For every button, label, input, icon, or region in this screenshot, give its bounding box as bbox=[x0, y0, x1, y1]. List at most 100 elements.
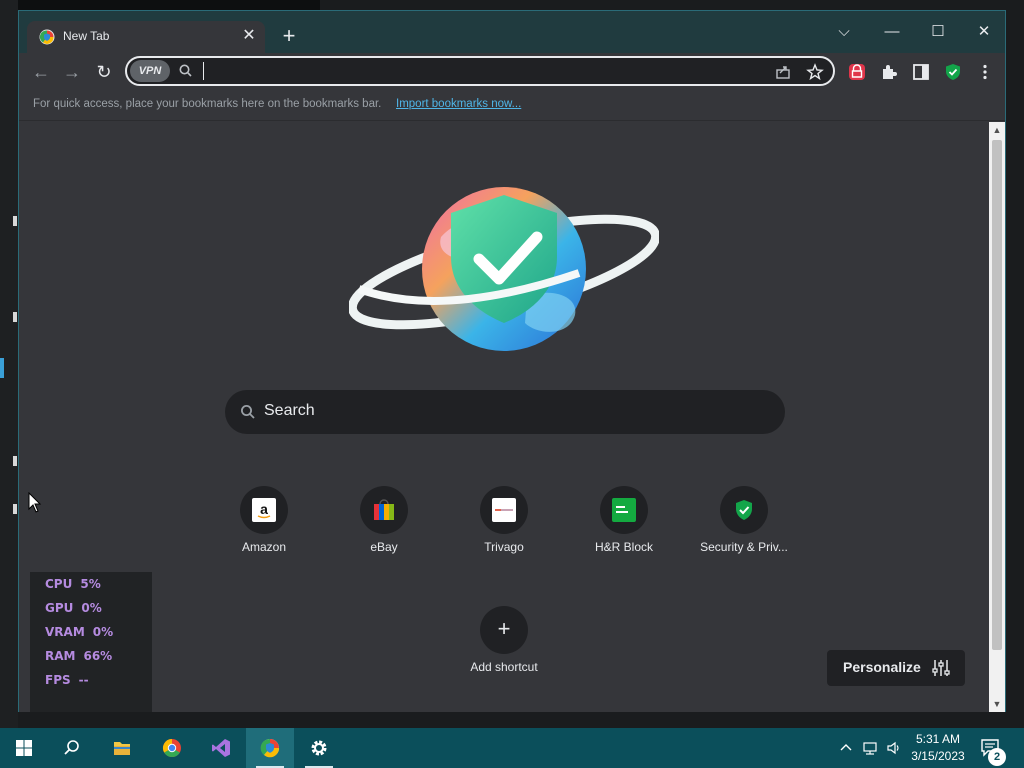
volume-icon[interactable] bbox=[886, 740, 902, 756]
perf-cpu: CPU 5% bbox=[45, 577, 101, 591]
menu-kebab-icon[interactable] bbox=[975, 62, 995, 82]
new-tab-button[interactable]: + bbox=[277, 25, 301, 49]
start-button[interactable] bbox=[0, 728, 48, 768]
extensions-puzzle-icon[interactable] bbox=[879, 62, 899, 82]
back-button[interactable]: ← bbox=[29, 60, 53, 84]
side-panel-icon[interactable] bbox=[911, 62, 931, 82]
shortcut-trivago[interactable]: Trivago bbox=[448, 484, 560, 564]
background-accent bbox=[0, 358, 4, 378]
taskbar-search-button[interactable] bbox=[48, 728, 96, 768]
bookmarks-bar: For quick access, place your bookmarks h… bbox=[19, 91, 1005, 121]
shortcut-tile bbox=[480, 486, 528, 534]
tab-close-icon[interactable]: ✕ bbox=[239, 26, 259, 46]
shortcut-label: eBay bbox=[370, 540, 398, 554]
search-icon bbox=[64, 740, 79, 755]
address-bar[interactable]: VPN bbox=[125, 56, 835, 86]
clock-time: 5:31 AM bbox=[915, 732, 961, 746]
shortcut-label: H&R Block bbox=[594, 540, 653, 554]
shortcut-label: Security & Priv... bbox=[700, 540, 788, 554]
performance-overlay: CPU 5% GPU 0% VRAM 0% RAM 66% FPS -- bbox=[30, 572, 152, 712]
page-scrollbar[interactable]: ▲ ▼ bbox=[989, 122, 1005, 712]
clock-date: 3/15/2023 bbox=[911, 749, 965, 763]
taskbar-settings[interactable] bbox=[295, 728, 343, 768]
shortcut-tile: a bbox=[240, 486, 288, 534]
network-icon[interactable] bbox=[862, 740, 878, 756]
perf-ram: RAM 66% bbox=[45, 649, 113, 663]
background-marker bbox=[13, 504, 17, 514]
vpn-button[interactable]: VPN bbox=[130, 60, 170, 82]
shortcut-label: Amazon bbox=[241, 540, 287, 554]
taskbar: 5:31 AM 3/15/2023 2 bbox=[0, 728, 1024, 768]
forward-button[interactable]: → bbox=[60, 60, 84, 84]
close-window-button[interactable]: ✕ bbox=[961, 17, 1007, 47]
shortcut-tile bbox=[360, 486, 408, 534]
plus-icon: + bbox=[497, 616, 511, 641]
tab-new-tab[interactable]: New Tab ✕ bbox=[27, 21, 265, 53]
browser-window: New Tab ✕ + ⌵ — ☐ ✕ ← → ↻ VPN For quick … bbox=[18, 10, 1006, 712]
amazon-icon: a bbox=[252, 498, 276, 522]
chrome-icon bbox=[162, 739, 181, 758]
perf-gpu: GPU 0% bbox=[45, 601, 102, 615]
bookmarks-hint: For quick access, place your bookmarks h… bbox=[33, 98, 382, 110]
folder-icon bbox=[114, 742, 130, 755]
address-input[interactable] bbox=[201, 61, 761, 81]
system-clock[interactable]: 5:31 AM 3/15/2023 bbox=[906, 731, 970, 765]
security-shield-icon[interactable] bbox=[943, 62, 963, 82]
taskbar-file-explorer[interactable] bbox=[98, 728, 146, 768]
minimize-button[interactable]: — bbox=[869, 17, 915, 47]
shortcut-security-privacy[interactable]: Security & Priv... bbox=[688, 484, 800, 564]
background-window-strip bbox=[0, 0, 320, 10]
shortcut-amazon[interactable]: a Amazon bbox=[208, 484, 320, 564]
new-tab-page: Search a Amazon eBay Trivago H&R Block S… bbox=[19, 122, 989, 712]
background-marker bbox=[13, 456, 17, 466]
tab-search-dropdown-icon[interactable]: ⌵ bbox=[821, 17, 867, 47]
add-shortcut-circle: + bbox=[480, 606, 528, 654]
background-marker bbox=[13, 216, 17, 226]
background-window-right bbox=[1006, 0, 1024, 728]
ntp-search-box[interactable]: Search bbox=[225, 390, 785, 434]
chevron-up-icon[interactable] bbox=[838, 740, 854, 756]
tab-title: New Tab bbox=[63, 29, 110, 43]
windows-logo-icon bbox=[16, 740, 32, 756]
taskbar-chrome[interactable] bbox=[148, 728, 196, 768]
shortcut-label: Trivago bbox=[484, 540, 524, 554]
browser-toolbar: ← → ↻ VPN bbox=[19, 53, 1005, 91]
visual-studio-icon bbox=[212, 739, 230, 757]
taskbar-avast-browser[interactable] bbox=[246, 728, 294, 768]
tab-strip: New Tab ✕ + ⌵ — ☐ ✕ bbox=[19, 11, 1005, 53]
scrollbar-thumb[interactable] bbox=[992, 140, 1002, 650]
shortcut-hr-block[interactable]: H&R Block bbox=[568, 484, 680, 564]
browser-shield-icon bbox=[260, 738, 280, 758]
scroll-down-arrow-icon[interactable]: ▼ bbox=[989, 696, 1005, 712]
background-window-left bbox=[0, 0, 18, 728]
extension-red-icon[interactable] bbox=[847, 62, 867, 82]
security-shield-icon bbox=[736, 500, 752, 520]
mouse-cursor-icon bbox=[28, 492, 42, 513]
planet-shield-illustration bbox=[349, 187, 659, 351]
personalize-label: Personalize bbox=[843, 659, 921, 675]
taskbar-visual-studio[interactable] bbox=[197, 728, 245, 768]
maximize-button[interactable]: ☐ bbox=[915, 17, 961, 47]
search-icon bbox=[241, 405, 255, 419]
reload-button[interactable]: ↻ bbox=[92, 60, 116, 84]
add-shortcut-label: Add shortcut bbox=[470, 660, 538, 674]
sliders-icon bbox=[932, 660, 950, 676]
notification-count-badge: 2 bbox=[988, 748, 1006, 766]
hr-block-icon bbox=[612, 498, 636, 522]
add-shortcut-button[interactable]: + Add shortcut bbox=[448, 604, 560, 684]
perf-vram: VRAM 0% bbox=[45, 625, 114, 639]
shortcut-ebay[interactable]: eBay bbox=[328, 484, 440, 564]
svg-text:a: a bbox=[260, 501, 268, 517]
ebay-icon bbox=[374, 499, 394, 520]
trivago-icon bbox=[492, 498, 516, 522]
bookmark-star-icon[interactable] bbox=[805, 62, 825, 82]
background-marker bbox=[13, 312, 17, 322]
text-caret bbox=[203, 62, 204, 80]
share-icon[interactable] bbox=[773, 62, 793, 82]
ntp-search-placeholder: Search bbox=[264, 402, 315, 419]
import-bookmarks-link[interactable]: Import bookmarks now... bbox=[396, 98, 521, 110]
browser-shield-icon bbox=[39, 29, 55, 45]
scroll-up-arrow-icon[interactable]: ▲ bbox=[989, 122, 1005, 138]
personalize-button[interactable]: Personalize bbox=[827, 650, 965, 686]
perf-fps: FPS -- bbox=[45, 673, 89, 687]
